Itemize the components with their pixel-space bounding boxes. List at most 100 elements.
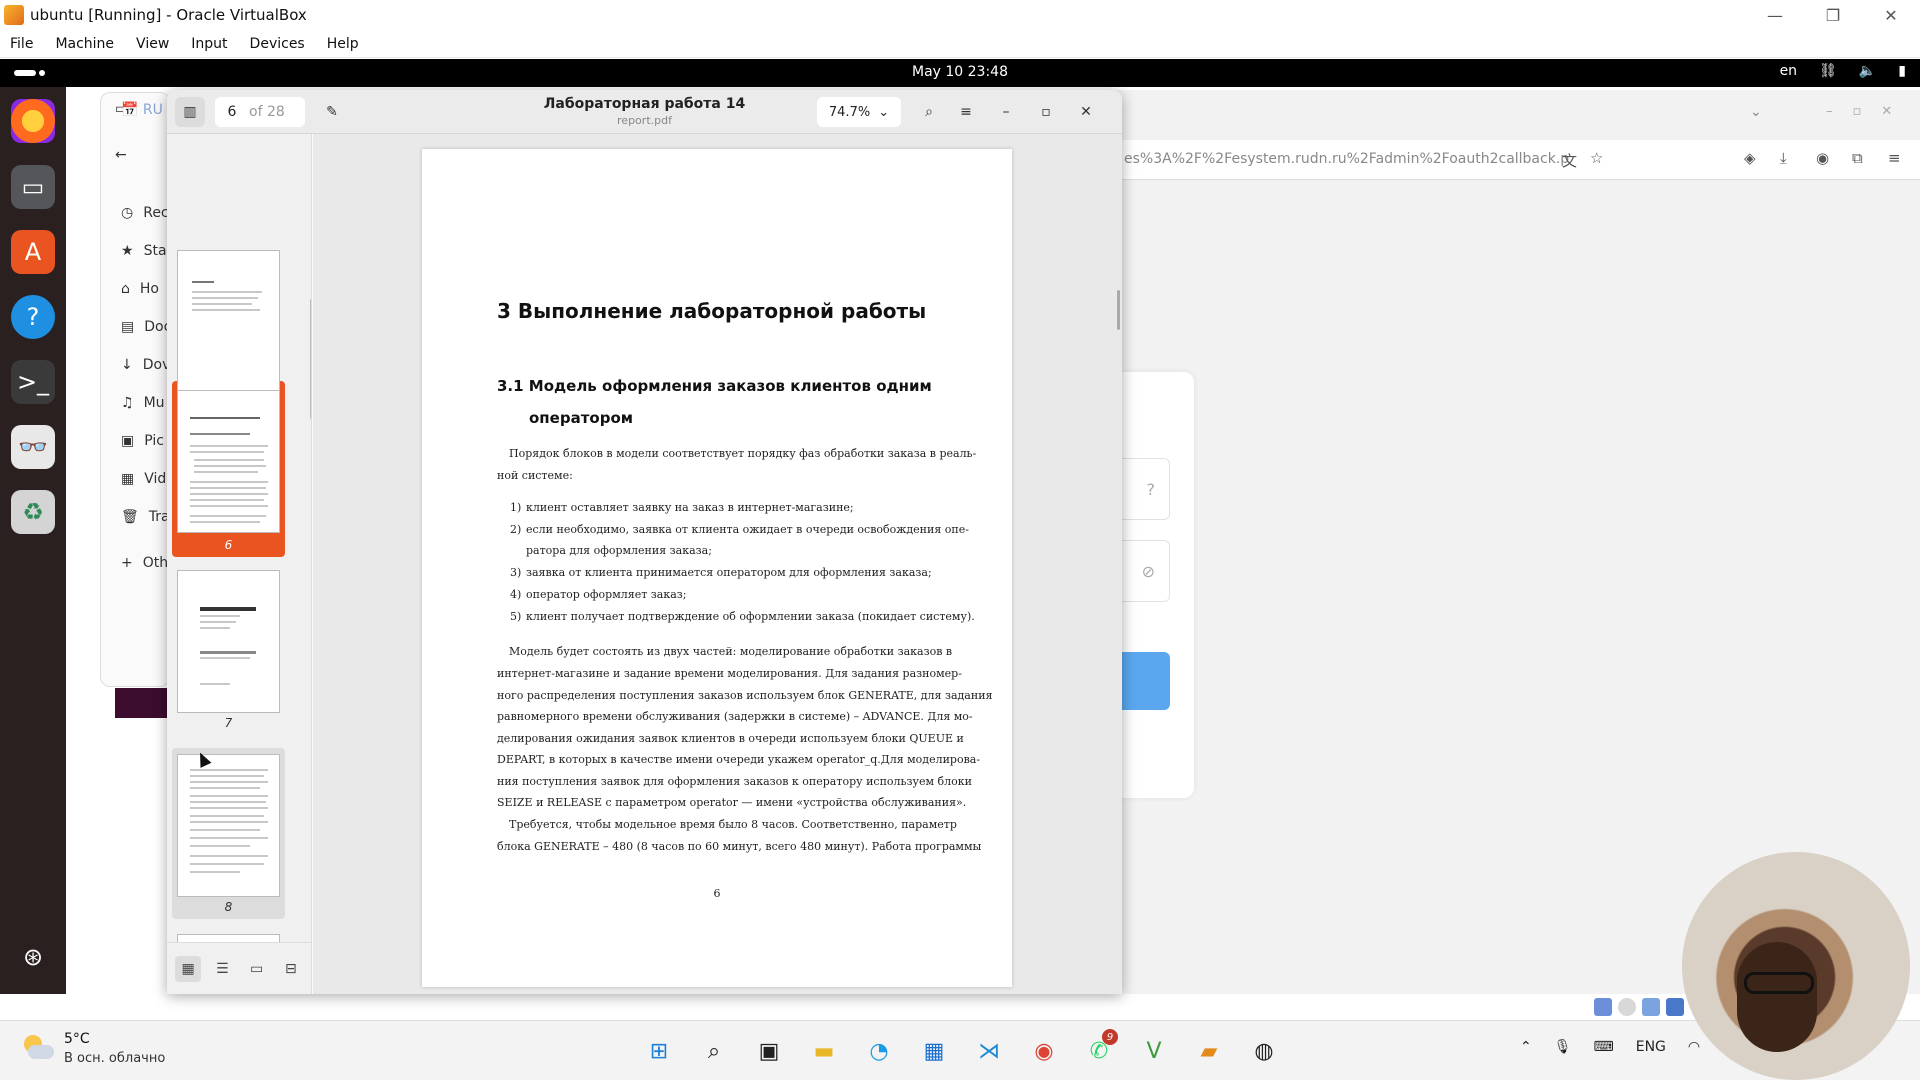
content-scrollbar[interactable] (1117, 290, 1120, 330)
files-row-trash[interactable]: 🗑 Tra (121, 509, 170, 525)
windows-taskbar: 5°C В осн. облачно ⊞ ⌕ ▣ ▬ ◔ ▦ ⋊ ◉ ✆ 9 V … (0, 1020, 1920, 1080)
files-row-documents[interactable]: ▤ Doc (121, 319, 171, 335)
back-arrow-icon[interactable]: ← (115, 147, 127, 163)
vim-icon[interactable]: V (1135, 1033, 1173, 1069)
microphone-icon[interactable]: 🎙 (1554, 1039, 1572, 1055)
list-item: 4) оператор оформляет заказ; (510, 588, 687, 601)
microsoft-store-icon[interactable]: ▦ (915, 1033, 953, 1069)
virtualbox-icon[interactable]: ▰ (1190, 1033, 1228, 1069)
menu-view[interactable]: View (136, 36, 169, 52)
chrome-icon[interactable]: ◉ (1025, 1033, 1063, 1069)
terminal-icon[interactable]: >_ (11, 360, 55, 404)
search-button[interactable]: ⌕ (914, 97, 944, 127)
menu-input[interactable]: Input (191, 36, 227, 52)
thumbnails-tab-icon[interactable]: ▦ (175, 955, 202, 982)
maximize-icon: ▫ (1041, 104, 1051, 120)
music-icon: ♫ (121, 395, 134, 411)
system-tray[interactable]: en ⛓ 🔈 ▮ (1780, 63, 1906, 79)
extensions-icon[interactable]: ⧉ (1852, 149, 1863, 167)
hamburger-menu-icon[interactable]: ≡ (1888, 149, 1901, 167)
show-apps-icon[interactable]: ⊛ (11, 935, 55, 979)
whatsapp-icon[interactable]: ✆ 9 (1080, 1029, 1118, 1069)
url-text[interactable]: es%3A%2F%2Fesystem.rudn.ru%2Fadmin%2Foau… (1124, 151, 1569, 167)
vbox-status-icon[interactable] (1594, 998, 1612, 1016)
keyboard-layout-indicator[interactable]: en (1780, 63, 1798, 79)
outline-tab-icon[interactable]: ☰ (209, 956, 235, 982)
document-viewer-icon[interactable]: 👓 (11, 425, 55, 469)
thumbnail-page-7[interactable] (177, 570, 280, 713)
files-row-other[interactable]: + Oth (121, 555, 168, 571)
menu-devices[interactable]: Devices (250, 36, 305, 52)
zoom-selector[interactable]: 74.7% ⌄ (817, 97, 901, 127)
app-center-icon[interactable]: A (11, 230, 55, 274)
wifi-icon[interactable]: ◠ (1688, 1039, 1700, 1055)
weather-cloud-icon[interactable] (22, 1035, 54, 1061)
minimize-button[interactable]: – (993, 97, 1019, 127)
thumbnail-page-6[interactable] (177, 390, 280, 533)
help-icon[interactable]: ? (11, 295, 55, 339)
thumbnail-label-6: 6 (224, 538, 233, 552)
minimize-icon[interactable]: — (1746, 0, 1804, 30)
close-icon[interactable]: ✕ (1862, 0, 1920, 30)
edge-icon[interactable]: ◔ (860, 1033, 898, 1069)
thumbnail-page-8[interactable] (177, 754, 280, 897)
thumbnail-page-5[interactable] (177, 250, 280, 393)
browser-urlbar[interactable]: es%3A%2F%2Fesystem.rudn.ru%2Fadmin%2Foau… (1110, 140, 1920, 180)
paragraph-line: делирования ожидания заявок клиентов в о… (497, 732, 964, 745)
files-row-downloads[interactable]: ↓ Dov (121, 357, 170, 373)
webcam-glasses (1744, 972, 1814, 994)
sidebar-scrollbar[interactable] (310, 299, 311, 419)
bookmark-star-icon[interactable]: ☆ (1590, 149, 1603, 167)
input-language[interactable]: ENG (1636, 1039, 1666, 1055)
vbox-status-icon[interactable] (1618, 998, 1636, 1016)
clock[interactable]: May 10 23:48 (0, 64, 1920, 80)
weather-temperature[interactable]: 5°C (64, 1031, 90, 1047)
restore-icon[interactable]: ❐ (1804, 0, 1862, 30)
close-button[interactable]: ✕ (1073, 97, 1099, 127)
files-window-background: ▭ ← ◷ Rec ★ Sta ⌂ Ho ▤ Doc ↓ Dov ♫ Mu ▣ Pic ▦ Vi… (100, 92, 171, 687)
files-row-recent[interactable]: ◷ Rec (121, 205, 169, 221)
search-icon[interactable]: ⌕ (695, 1033, 733, 1069)
chevron-up-icon[interactable]: ⌃ (1520, 1039, 1532, 1055)
menu-help[interactable]: Help (327, 36, 359, 52)
translate-icon[interactable]: 文 (1562, 150, 1577, 171)
vbox-status-icon[interactable] (1666, 998, 1684, 1016)
menu-file[interactable]: File (10, 36, 33, 52)
files-row-pictures[interactable]: ▣ Pic (121, 433, 164, 449)
webcam-overlay (1682, 852, 1910, 1080)
files-icon[interactable]: ▭ (11, 165, 55, 209)
obs-icon[interactable]: ◍ (1245, 1033, 1283, 1069)
browser-window-controls[interactable]: –▫✕ (1826, 104, 1912, 119)
pocket-icon[interactable]: ◈ (1744, 149, 1756, 167)
vbox-status-icon[interactable] (1642, 998, 1660, 1016)
tab-list-chevron-icon[interactable]: ⌄ (1750, 104, 1762, 120)
login-card: ? ⊘ (1110, 372, 1194, 798)
keyboard-icon[interactable]: ⌨ (1594, 1039, 1614, 1055)
menu-button[interactable]: ≡ (951, 97, 981, 127)
files-row-music[interactable]: ♫ Mu (121, 395, 165, 411)
network-icon[interactable]: ⛓ (1819, 63, 1837, 79)
menu-machine[interactable]: Machine (55, 36, 114, 52)
paragraph-line: равномерного времени обслуживания (задер… (497, 710, 973, 723)
annotations-tab-icon[interactable]: ▭ (244, 956, 270, 982)
list-item: 1) клиент оставляет заявку на заказ в инт… (510, 501, 854, 514)
files-row-home[interactable]: ⌂ Ho (121, 281, 159, 297)
windows-start-icon[interactable]: ⊞ (640, 1033, 678, 1069)
trash-icon[interactable]: ♻ (11, 490, 55, 534)
bookmarks-tab-icon[interactable]: ⊟ (278, 956, 304, 982)
task-view-icon[interactable]: ▣ (750, 1033, 788, 1069)
weather-description[interactable]: В осн. облачно (64, 1051, 165, 1066)
vscode-icon[interactable]: ⋊ (970, 1033, 1008, 1069)
files-row-videos[interactable]: ▦ Vid (121, 471, 166, 487)
taskbar-tray: ⌃ 🎙 ⌨ ENG ◠ (1520, 1039, 1700, 1055)
files-row-starred[interactable]: ★ Sta (121, 243, 167, 259)
downloads-icon[interactable]: ⤓ (1780, 149, 1787, 167)
maximize-button[interactable]: ▫ (1033, 97, 1059, 127)
battery-icon[interactable]: ▮ (1898, 63, 1906, 79)
account-icon[interactable]: ◉ (1816, 149, 1829, 167)
paragraph-line: интернет-магазине и задание времени моде… (497, 667, 962, 680)
browser-tab-partial[interactable]: 📅 RU (121, 102, 163, 118)
firefox-icon[interactable] (11, 99, 55, 143)
file-explorer-icon[interactable]: ▬ (805, 1033, 843, 1069)
volume-icon[interactable]: 🔈 (1859, 63, 1876, 79)
